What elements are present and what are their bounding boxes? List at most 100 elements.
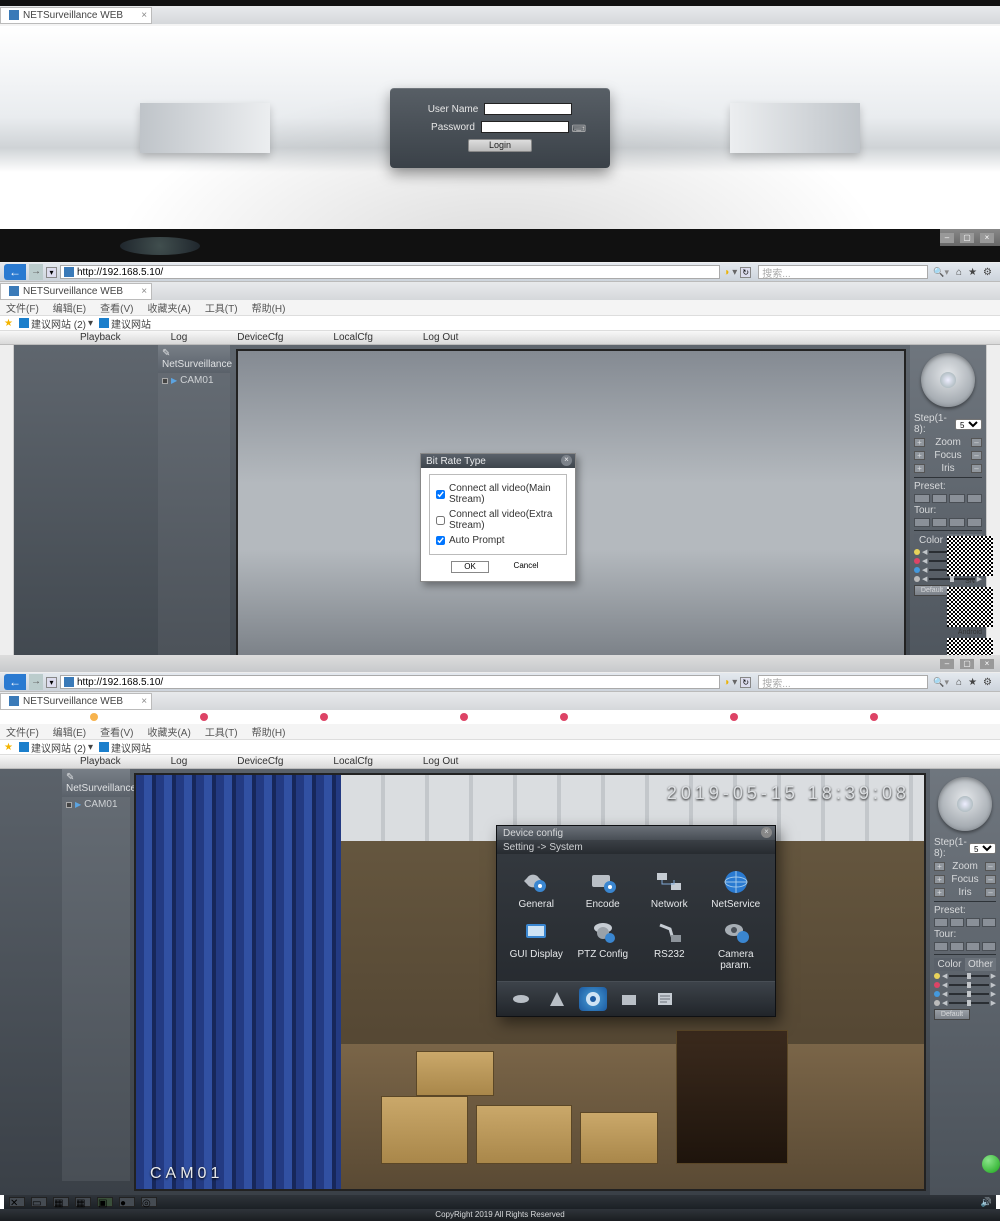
address-bar[interactable]: http://192.168.5.10/ — [60, 265, 720, 279]
focus-out[interactable]: – — [971, 451, 982, 460]
tab-log[interactable]: Log — [171, 332, 188, 343]
close-tab-icon[interactable]: × — [141, 286, 147, 297]
nav-back-button[interactable]: ← — [4, 674, 26, 690]
tab-record-icon[interactable] — [507, 987, 535, 1011]
browser-nav-bar: ← → ▾ http://192.168.5.10/ ◑ ▾ ↻ 搜索... 🔍… — [0, 262, 1000, 282]
main-panel-dialog: – ▢ × ← → ▾ http://192.168.5.10/ ◑ ▾ ↻ 搜… — [0, 229, 1000, 655]
window-max-icon[interactable]: ▢ — [960, 659, 974, 669]
dialog-close-icon[interactable]: × — [561, 455, 572, 466]
cfg-camera-param[interactable]: Camera param. — [705, 918, 768, 971]
login-button[interactable]: Login — [468, 139, 532, 152]
tab-devicecfg[interactable]: DeviceCfg — [237, 332, 283, 343]
tool-nine-icon[interactable]: ▦ — [75, 1197, 91, 1207]
tool-single-icon[interactable]: ▭ — [31, 1197, 47, 1207]
dialog-cancel-button[interactable]: Cancel — [507, 561, 545, 573]
browser-tabs: NETSurveillance WEB × — [0, 6, 1000, 24]
opt-extra-stream[interactable]: Connect all video(Extra Stream) — [436, 509, 560, 531]
tool-snapshot-icon[interactable]: ▣ — [97, 1197, 113, 1207]
cfg-rs232[interactable]: RS232 — [638, 918, 701, 971]
cfg-netservice[interactable]: NetService — [705, 868, 768, 910]
tool-quad-icon[interactable]: ▦ — [53, 1197, 69, 1207]
login-panel: NETSurveillance WEB × 文件(F) 编辑(E) 查看(V) … — [0, 0, 1000, 229]
window-close-icon[interactable]: × — [980, 659, 994, 669]
compat-icon[interactable]: ◑ — [723, 677, 729, 688]
favorites-icon[interactable]: ★ — [968, 267, 977, 278]
nav-forward-button[interactable]: → — [29, 674, 43, 690]
deco-right — [730, 103, 860, 153]
zoom-in[interactable]: + — [914, 438, 925, 447]
favorites-icon[interactable]: ★ — [968, 677, 977, 688]
tab-localcfg[interactable]: LocalCfg — [333, 332, 372, 343]
qr-sn — [947, 536, 993, 576]
home-icon[interactable]: ⌂ — [956, 677, 962, 688]
nav-back-button[interactable]: ← — [4, 264, 26, 280]
tab-logout[interactable]: Log Out — [423, 332, 459, 343]
tab-playback[interactable]: Playback — [80, 756, 121, 767]
tab-system-icon[interactable] — [579, 987, 607, 1011]
ptz-dial[interactable] — [921, 353, 975, 407]
chat-bubble-icon[interactable] — [982, 1155, 1000, 1173]
window-close-icon[interactable]: × — [980, 233, 994, 243]
qr-android — [947, 587, 993, 627]
browser-tab[interactable]: NETSurveillance WEB × — [0, 693, 152, 710]
tab-advanced-icon[interactable] — [615, 987, 643, 1011]
focus-in[interactable]: + — [914, 451, 925, 460]
speaker-icon[interactable]: 🔊 — [981, 1197, 992, 1208]
tab-localcfg[interactable]: LocalCfg — [333, 756, 372, 767]
tab-log[interactable]: Log — [171, 756, 188, 767]
cfg-encode[interactable]: Encode — [572, 868, 635, 910]
tab-alarm-icon[interactable] — [543, 987, 571, 1011]
cfg-ptz[interactable]: PTZ Config — [572, 918, 635, 971]
nav-address-toggle[interactable]: ▾ — [46, 267, 57, 278]
devcfg-close-icon[interactable]: × — [761, 827, 772, 838]
window-max-icon[interactable]: ▢ — [960, 233, 974, 243]
compat-icon[interactable]: ◑ — [723, 267, 729, 278]
virtual-keyboard-icon[interactable]: ⌨ — [572, 124, 586, 135]
home-icon[interactable]: ⌂ — [956, 267, 962, 278]
username-input[interactable] — [484, 103, 572, 115]
gear-icon[interactable]: ⚙ — [983, 677, 992, 688]
tab-info-icon[interactable] — [651, 987, 679, 1011]
close-tab-icon[interactable]: × — [141, 10, 147, 21]
star-icon[interactable]: ★ — [4, 318, 13, 329]
search-input[interactable]: 搜索... — [758, 265, 928, 279]
search-input[interactable]: 搜索... — [758, 675, 928, 689]
tab-devicecfg[interactable]: DeviceCfg — [237, 756, 283, 767]
tab-logout[interactable]: Log Out — [423, 756, 459, 767]
tree-item-cam01[interactable]: ▶ CAM01 — [158, 373, 230, 388]
tab-playback[interactable]: Playback — [80, 332, 121, 343]
opt-auto-prompt[interactable]: Auto Prompt — [436, 535, 560, 546]
step-select[interactable]: 5 — [955, 419, 982, 430]
search-icon[interactable]: 🔍▾ — [933, 267, 949, 278]
refresh-button[interactable]: ↻ — [740, 677, 751, 688]
browser-tab[interactable]: NETSurveillance WEB × — [0, 283, 152, 300]
scrollbar-left[interactable] — [0, 345, 14, 698]
search-icon[interactable]: 🔍▾ — [933, 677, 949, 688]
window-min-icon[interactable]: – — [940, 659, 954, 669]
gear-icon[interactable]: ⚙ — [983, 267, 992, 278]
tree-item-cam01[interactable]: ▶ CAM01 — [62, 797, 130, 812]
iris-in[interactable]: + — [914, 464, 925, 473]
password-input[interactable] — [481, 121, 569, 133]
window-min-icon[interactable]: – — [940, 233, 954, 243]
cfg-gui[interactable]: GUI Display — [505, 918, 568, 971]
nav-forward-button[interactable]: → — [29, 264, 43, 280]
close-tab-icon[interactable]: × — [141, 696, 147, 707]
scrollbar-right[interactable]: SN Android IOS Closing — [986, 345, 1000, 698]
iris-out[interactable]: – — [971, 464, 982, 473]
dialog-ok-button[interactable]: OK — [451, 561, 489, 573]
opt-main-stream[interactable]: Connect all video(Main Stream) — [436, 483, 560, 505]
browser-tab[interactable]: NETSurveillance WEB × — [0, 7, 152, 24]
footer: CopyRight 2019 All Rights Reserved — [0, 1209, 1000, 1221]
color-default-button[interactable]: Default — [934, 1009, 970, 1020]
tool-close-icon[interactable]: ✕ — [9, 1197, 25, 1207]
step-select[interactable]: 5 — [969, 843, 996, 854]
ptz-dial[interactable] — [938, 777, 992, 831]
address-bar[interactable]: http://192.168.5.10/ — [60, 675, 720, 689]
refresh-button[interactable]: ↻ — [740, 267, 751, 278]
tool-record-icon[interactable]: ● — [119, 1197, 135, 1207]
zoom-out[interactable]: – — [971, 438, 982, 447]
cfg-general[interactable]: General — [505, 868, 568, 910]
cfg-network[interactable]: Network — [638, 868, 701, 910]
tool-ptz-icon[interactable]: ◎ — [141, 1197, 157, 1207]
